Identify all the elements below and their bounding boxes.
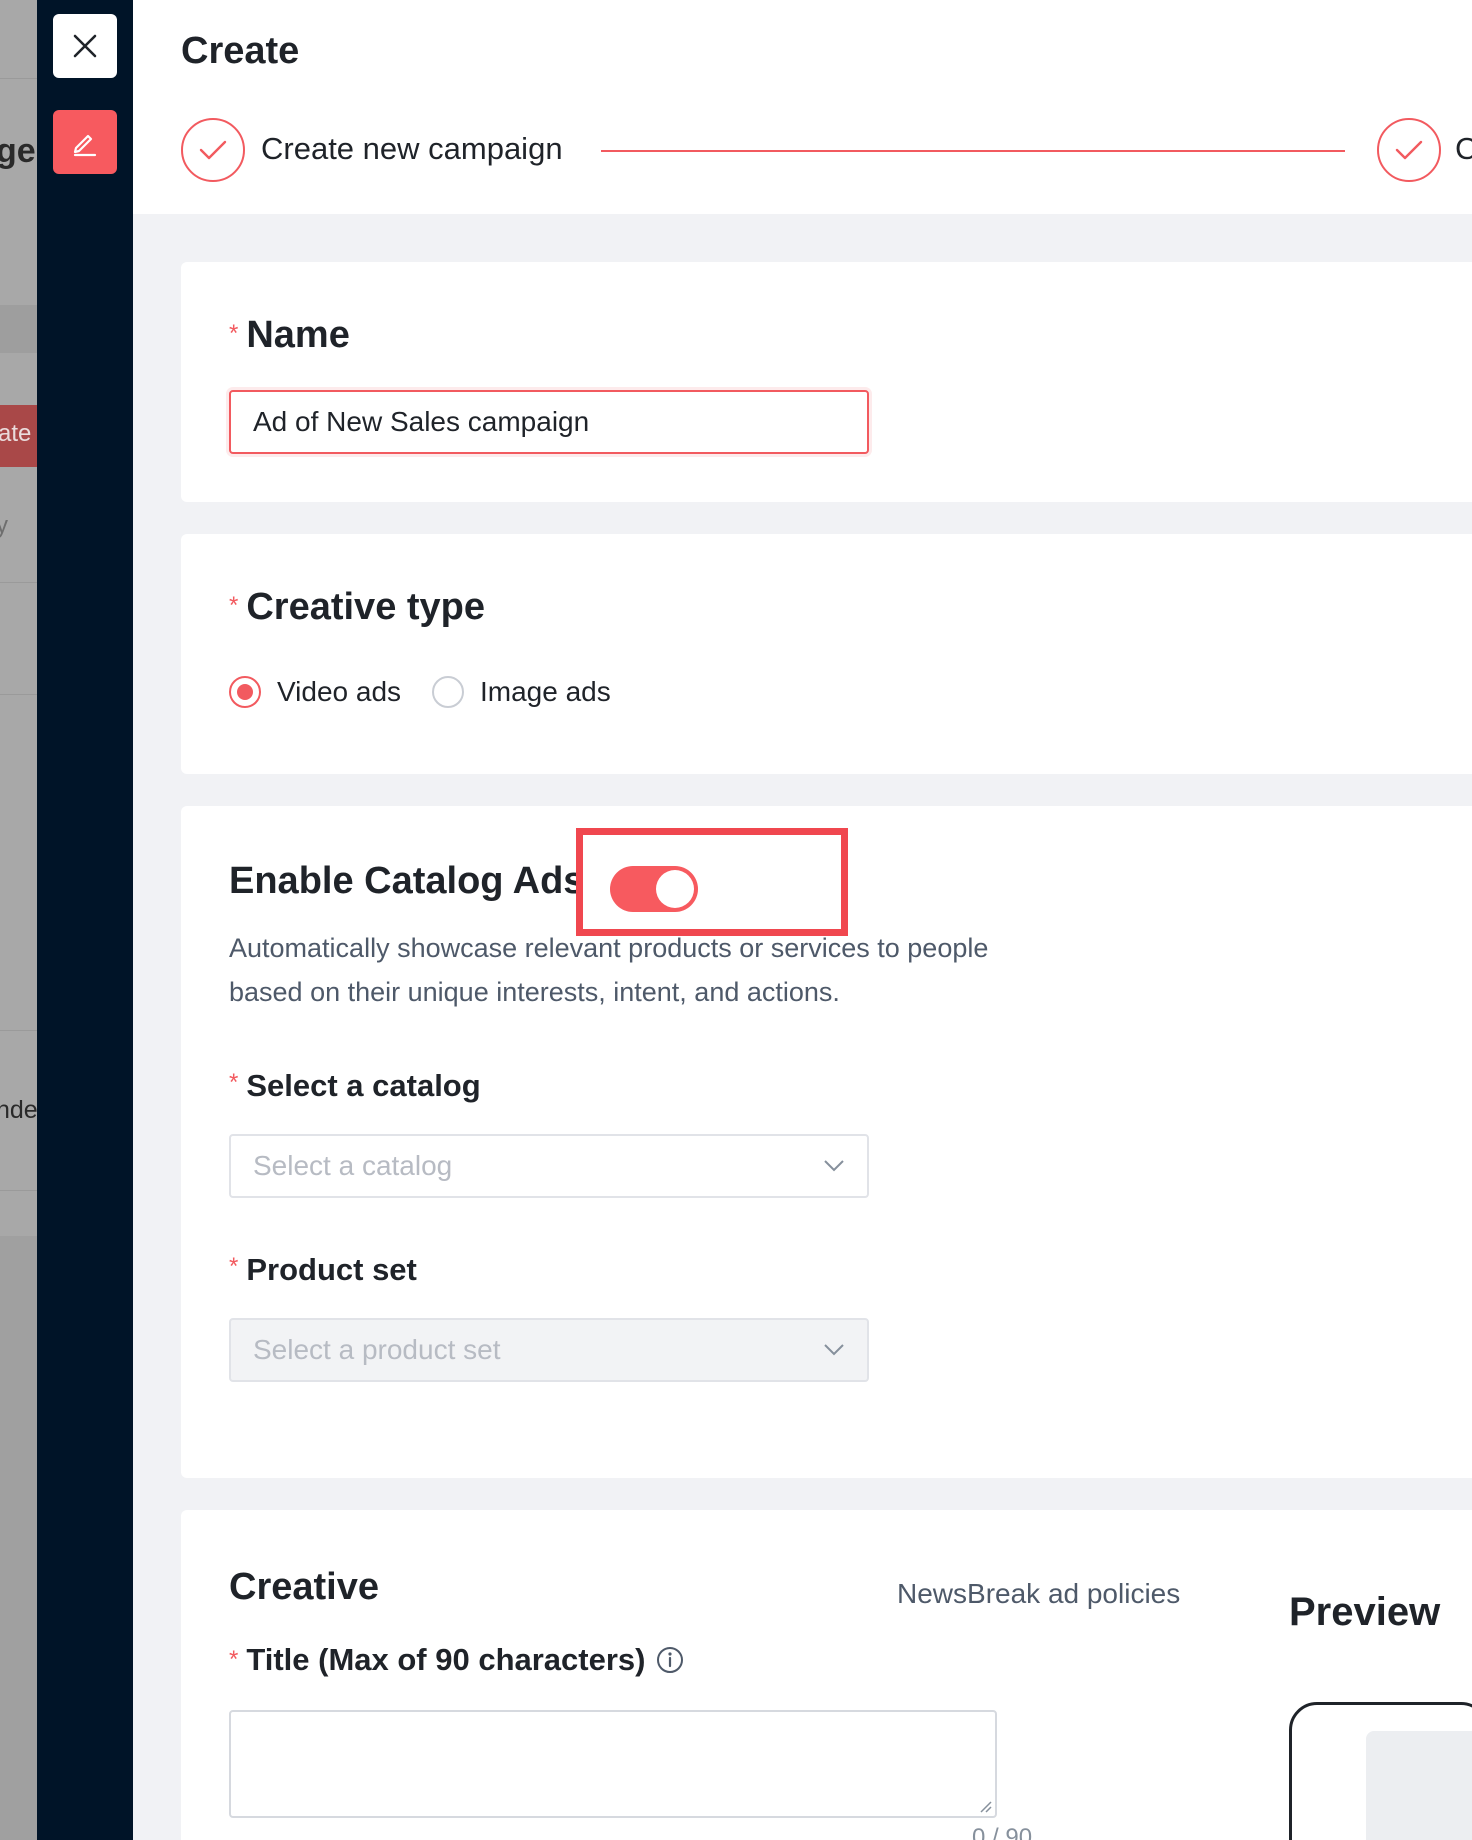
catalog-ads-description: Automatically showcase relevant products…	[229, 933, 989, 1007]
drawer-rail	[37, 0, 133, 1840]
creative-type-heading: * Creative type	[229, 586, 485, 629]
creative-section: Creative NewsBreak ad policies Preview *…	[181, 1510, 1472, 1840]
edit-icon	[73, 134, 97, 157]
name-section: * Name Ad of New Sales campaign	[181, 262, 1472, 502]
catalog-ads-heading: Enable Catalog Ads	[229, 860, 585, 902]
step-connector	[601, 150, 1345, 152]
page-title: Create	[181, 30, 300, 72]
title-char-count: 0 / 90	[972, 1824, 1033, 1840]
preview-phone-frame	[1289, 1702, 1472, 1840]
title-field-label: * Title (Max of 90 characters)	[229, 1642, 685, 1678]
radio-unchecked-icon[interactable]	[432, 676, 464, 708]
divider	[0, 305, 37, 353]
highlight-annotation-box	[576, 828, 848, 936]
divider	[0, 1030, 37, 1031]
divider	[0, 1190, 37, 1191]
resize-handle-icon[interactable]	[978, 1799, 992, 1813]
name-input[interactable]: Ad of New Sales campaign	[229, 390, 869, 454]
title-field-label-text: Title (Max of 90 characters)	[246, 1642, 646, 1677]
divider	[0, 582, 37, 583]
divider	[0, 78, 37, 79]
product-set-label-text: Product set	[246, 1252, 417, 1287]
divider	[0, 694, 37, 695]
info-icon[interactable]	[655, 1645, 685, 1675]
product-set-select[interactable]: Select a product set	[229, 1318, 869, 1382]
creative-type-heading-label: Creative type	[246, 586, 486, 628]
required-mark: *	[229, 1253, 239, 1280]
step-2-label: C	[1455, 131, 1472, 166]
required-mark: *	[229, 320, 239, 347]
product-set-label: * Product set	[229, 1252, 417, 1288]
radio-checked-icon[interactable]	[229, 676, 261, 708]
required-mark: *	[229, 1069, 239, 1096]
background-page: ger ate y nde	[0, 0, 37, 1840]
catalog-select-placeholder: Select a catalog	[253, 1150, 453, 1181]
preview-phone-screen	[1366, 1731, 1472, 1840]
title-textarea[interactable]	[229, 1710, 997, 1818]
background-heading-fragment: ger	[0, 132, 37, 170]
creative-type-section: * Creative type Video ads Image ads	[181, 534, 1472, 774]
step-1-label: Create new campaign	[261, 131, 563, 166]
background-lower-area	[0, 1236, 37, 1840]
chevron-down-icon	[824, 1344, 844, 1356]
preview-heading: Preview	[1289, 1590, 1441, 1634]
select-catalog-label-text: Select a catalog	[246, 1068, 481, 1103]
name-heading: * Name	[229, 314, 350, 357]
required-mark: *	[229, 1646, 239, 1673]
name-heading-label: Name	[246, 314, 350, 356]
radio-label: Image ads	[480, 676, 611, 707]
product-set-select-placeholder: Select a product set	[253, 1334, 501, 1365]
radio-image-ads[interactable]: Image ads	[432, 676, 611, 708]
background-text-fragment: nde	[0, 1096, 37, 1124]
select-catalog-label: * Select a catalog	[229, 1068, 481, 1104]
step-2-complete-icon	[1377, 118, 1441, 182]
edit-button[interactable]	[53, 110, 117, 174]
chevron-down-icon	[824, 1160, 844, 1172]
required-mark: *	[229, 592, 239, 619]
radio-video-ads[interactable]: Video ads	[229, 676, 401, 708]
radio-label: Video ads	[277, 676, 402, 707]
background-button: ate	[0, 405, 37, 467]
step-1-complete-icon	[181, 118, 245, 182]
catalog-select[interactable]: Select a catalog	[229, 1134, 869, 1198]
close-icon	[73, 34, 97, 58]
background-text-fragment: y	[0, 512, 8, 539]
ad-policies-link[interactable]: NewsBreak ad policies	[897, 1578, 1180, 1610]
creative-heading: Creative	[229, 1566, 379, 1608]
close-button[interactable]	[53, 14, 117, 78]
drawer-header: Create Create new campaign C	[133, 0, 1472, 214]
